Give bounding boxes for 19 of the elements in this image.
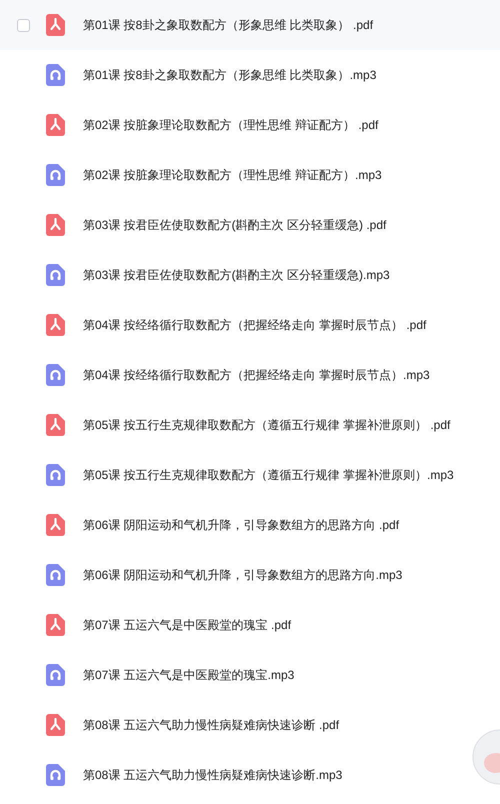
file-row[interactable]: 第01课 按8卦之象取数配方（形象思维 比类取象） .pdf <box>0 0 500 50</box>
file-name[interactable]: 第06课 阴阳运动和气机升降，引导象数组方的思路方向 .pdf <box>83 516 400 534</box>
file-name[interactable]: 第05课 按五行生克规律取数配方（遵循五行规律 掌握补泄原则）.mp3 <box>83 466 454 484</box>
file-name[interactable]: 第08课 五运六气助力慢性病疑难病快速诊断.mp3 <box>83 766 342 784</box>
file-name[interactable]: 第02课 按脏象理论取数配方（理性思维 辩证配方）.mp3 <box>83 166 382 184</box>
file-name[interactable]: 第04课 按经络循行取数配方（把握经络走向 掌握时辰节点） .pdf <box>83 316 426 334</box>
file-name[interactable]: 第04课 按经络循行取数配方（把握经络走向 掌握时辰节点）.mp3 <box>83 366 430 384</box>
file-name[interactable]: 第03课 按君臣佐使取数配方(斟酌主次 区分轻重缓急).mp3 <box>83 266 390 284</box>
assistant-icon[interactable] <box>470 727 500 787</box>
file-name[interactable]: 第02课 按脏象理论取数配方（理性思维 辩证配方） .pdf <box>83 116 378 134</box>
file-name[interactable]: 第07课 五运六气是中医殿堂的瑰宝 .pdf <box>83 616 292 634</box>
file-name[interactable]: 第06课 阴阳运动和气机升降，引导象数组方的思路方向.mp3 <box>83 566 402 584</box>
file-name[interactable]: 第08课 五运六气助力慢性病疑难病快速诊断 .pdf <box>83 716 340 734</box>
row-checkbox[interactable] <box>17 18 30 32</box>
file-name[interactable]: 第01课 按8卦之象取数配方（形象思维 比类取象） .pdf <box>83 16 374 34</box>
file-name[interactable]: 第07课 五运六气是中医殿堂的瑰宝.mp3 <box>83 666 294 684</box>
file-name[interactable]: 第05课 按五行生克规律取数配方（遵循五行规律 掌握补泄原则） .pdf <box>83 416 450 434</box>
file-name[interactable]: 第03课 按君臣佐使取数配方(斟酌主次 区分轻重缓急) .pdf <box>83 216 386 234</box>
file-name[interactable]: 第01课 按8卦之象取数配方（形象思维 比类取象）.mp3 <box>83 66 376 84</box>
